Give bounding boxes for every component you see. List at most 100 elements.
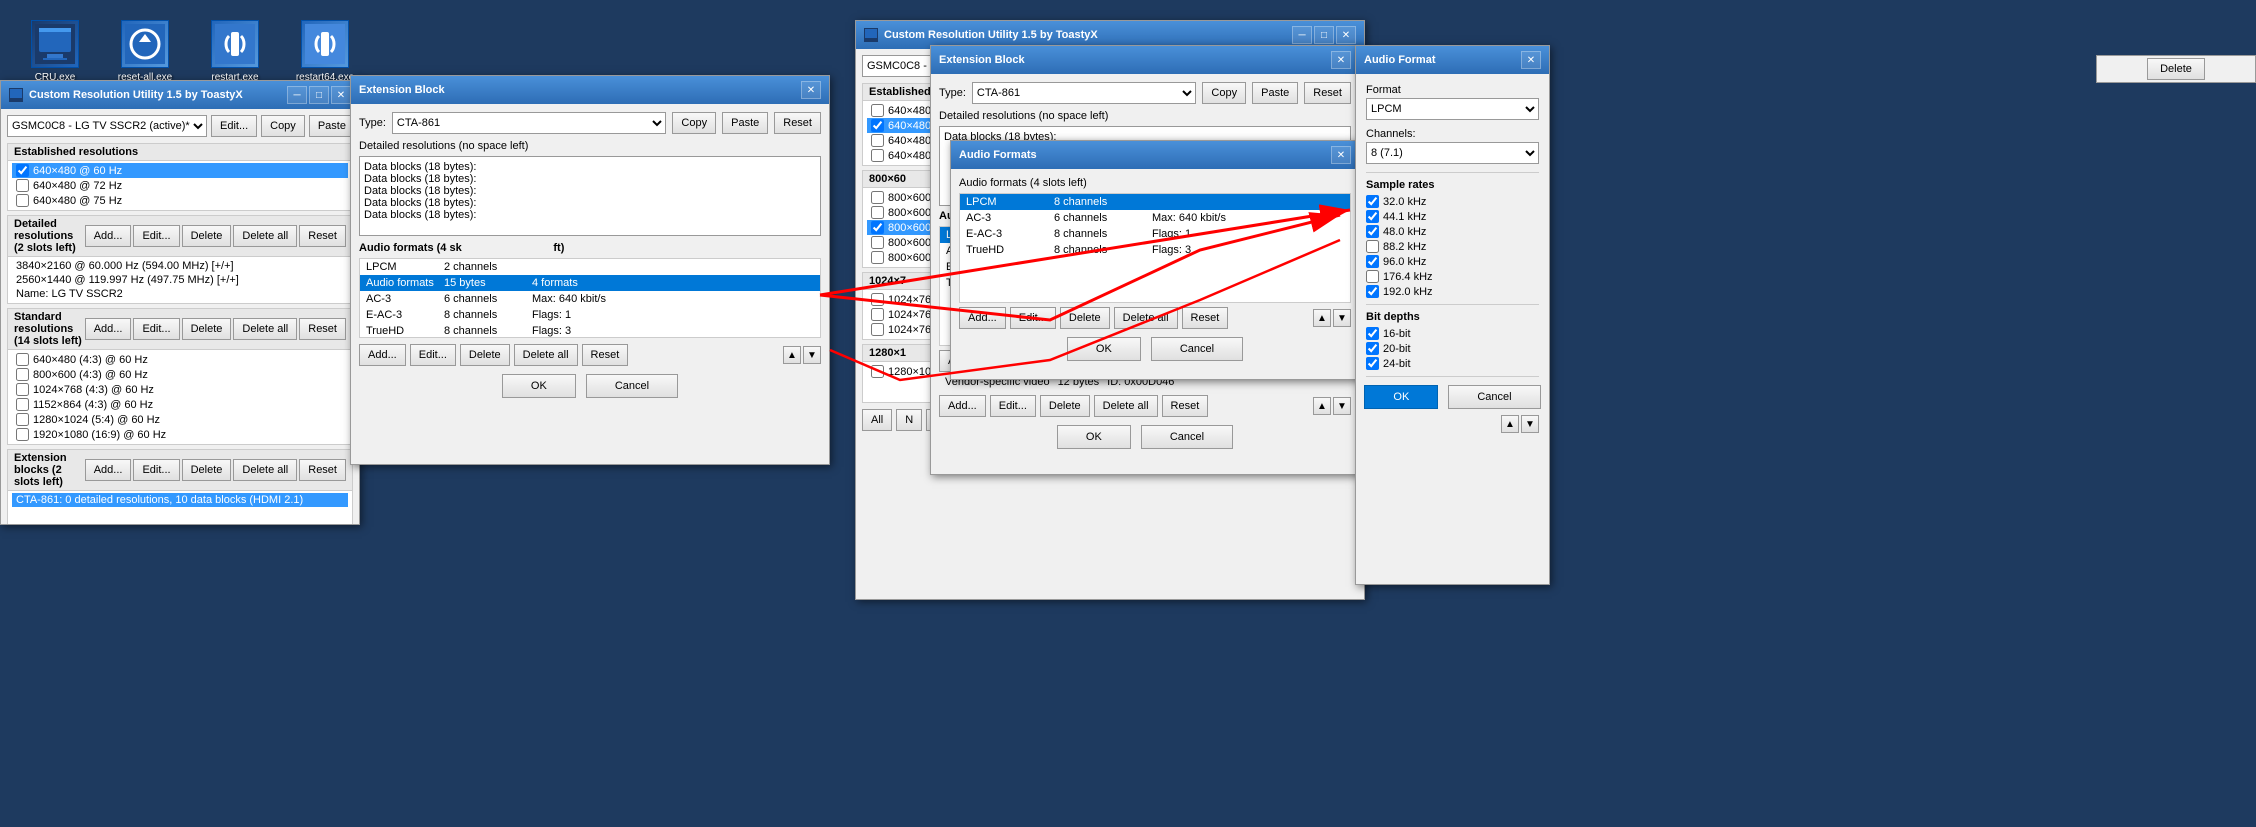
extension-block-item[interactable]: CTA-861: 0 detailed resolutions, 10 data… <box>12 493 348 507</box>
reset-btn[interactable]: Reset <box>774 112 821 134</box>
standard-edit-btn[interactable]: Edit... <box>133 318 179 340</box>
add-btn[interactable]: Add... <box>359 344 406 366</box>
cancel-btn[interactable]: Cancel <box>1151 337 1243 361</box>
ok-btn-right[interactable]: OK <box>1364 385 1438 409</box>
add-vendor-btn[interactable]: Add... <box>939 395 986 417</box>
reset-btn[interactable]: Reset <box>1182 307 1229 329</box>
eac3-center[interactable]: E-AC-3 8 channels Flags: 1 <box>960 226 1350 242</box>
ok-btn[interactable]: OK <box>1067 337 1141 361</box>
maximize-btn[interactable]: □ <box>1314 26 1334 44</box>
nav-down-btn-2[interactable]: ▼ <box>1333 397 1351 415</box>
delete-all-vendor-btn[interactable]: Delete all <box>1094 395 1158 417</box>
detailed-delete-all-btn[interactable]: Delete all <box>233 225 297 247</box>
desktop-icon-cru[interactable]: CRU.exe <box>20 20 90 83</box>
established-checkbox-0[interactable] <box>16 164 29 177</box>
standard-delete-btn[interactable]: Delete <box>182 318 232 340</box>
list-item[interactable]: 640×480 @ 72 Hz <box>12 178 348 193</box>
ac3-center[interactable]: AC-3 6 channels Max: 640 kbit/s <box>960 210 1350 226</box>
all-btn[interactable]: All <box>862 409 892 431</box>
nav-up[interactable]: ▲ <box>1313 309 1331 327</box>
desktop-icon-restart[interactable]: restart.exe <box>200 20 270 83</box>
nav-up-right[interactable]: ▲ <box>1501 415 1519 433</box>
paste-btn[interactable]: Paste <box>309 115 355 137</box>
add-btn[interactable]: Add... <box>959 307 1006 329</box>
cancel-btn[interactable]: Cancel <box>586 374 678 398</box>
rate-882[interactable]: 88.2 kHz <box>1366 240 1539 253</box>
copy-btn[interactable]: Copy <box>1202 82 1246 104</box>
rate-1764[interactable]: 176.4 kHz <box>1366 270 1539 283</box>
bit-24[interactable]: 24-bit <box>1366 357 1539 370</box>
standard-delete-all-btn[interactable]: Delete all <box>233 318 297 340</box>
list-item[interactable]: 3840×2160 @ 60.000 Hz (594.00 MHz) [+/+] <box>12 259 348 273</box>
edit-btn[interactable]: Edit... <box>410 344 456 366</box>
minimize-btn[interactable]: ─ <box>1292 26 1312 44</box>
ext-delete-btn[interactable]: Delete <box>182 459 232 481</box>
delete-vendor-btn[interactable]: Delete <box>1040 395 1090 417</box>
ok-btn[interactable]: OK <box>1057 425 1131 449</box>
list-item[interactable]: 1024×768 (4:3) @ 60 Hz <box>12 382 348 397</box>
copy-btn[interactable]: Copy <box>261 115 305 137</box>
audio-list-item-selected[interactable]: Audio formats15 bytes4 formats <box>360 275 820 291</box>
paste-btn[interactable]: Paste <box>722 112 768 134</box>
maximize-btn[interactable]: □ <box>309 86 329 104</box>
type-select[interactable]: CTA-861 <box>392 112 667 134</box>
nav-up-btn[interactable]: ▲ <box>783 346 801 364</box>
list-item[interactable]: 1152×864 (4:3) @ 60 Hz <box>12 397 348 412</box>
detailed-add-btn[interactable]: Add... <box>85 225 132 247</box>
bit-20[interactable]: 20-bit <box>1366 342 1539 355</box>
cancel-btn-right[interactable]: Cancel <box>1448 385 1540 409</box>
delete-all-btn[interactable]: Delete all <box>514 344 578 366</box>
list-item[interactable]: 1920×1080 (16:9) @ 60 Hz <box>12 427 348 442</box>
nav-down-right[interactable]: ▼ <box>1521 415 1539 433</box>
truehd-center[interactable]: TrueHD 8 channels Flags: 3 <box>960 242 1350 258</box>
delete-all-btn[interactable]: Delete all <box>1114 307 1178 329</box>
rate-192[interactable]: 192.0 kHz <box>1366 285 1539 298</box>
audio-list-item[interactable]: AC-36 channelsMax: 640 kbit/s <box>360 291 820 307</box>
edit-btn[interactable]: Edit... <box>211 115 257 137</box>
ext-add-btn[interactable]: Add... <box>85 459 132 481</box>
close-btn[interactable]: ✕ <box>1331 146 1351 164</box>
established-checkbox-1[interactable] <box>16 179 29 192</box>
ext-edit-btn[interactable]: Edit... <box>133 459 179 481</box>
standard-add-btn[interactable]: Add... <box>85 318 132 340</box>
cancel-btn[interactable]: Cancel <box>1141 425 1233 449</box>
reset-vendor-btn[interactable]: Reset <box>1162 395 1209 417</box>
channels-select[interactable]: 8 (7.1) <box>1366 142 1539 164</box>
paste-btn[interactable]: Paste <box>1252 82 1298 104</box>
format-select[interactable]: LPCM <box>1366 98 1539 120</box>
rate-48[interactable]: 48.0 kHz <box>1366 225 1539 238</box>
standard-reset-btn[interactable]: Reset <box>299 318 346 340</box>
rate-32[interactable]: 32.0 kHz <box>1366 195 1539 208</box>
delete-btn[interactable]: Delete <box>460 344 510 366</box>
ext-reset-btn[interactable]: Reset <box>299 459 346 481</box>
minimize-btn[interactable]: ─ <box>287 86 307 104</box>
audio-list-item[interactable]: LPCM2 channels <box>360 259 820 275</box>
list-item[interactable]: 640×480 @ 75 Hz <box>12 193 348 208</box>
rate-441[interactable]: 44.1 kHz <box>1366 210 1539 223</box>
reset-btn[interactable]: Reset <box>1304 82 1351 104</box>
audio-list-item[interactable]: E-AC-38 channelsFlags: 1 <box>360 307 820 323</box>
detailed-delete-btn[interactable]: Delete <box>182 225 232 247</box>
list-item[interactable]: Name: LG TV SSCR2 <box>12 287 348 301</box>
desktop-icon-reset-all[interactable]: reset-all.exe <box>110 20 180 83</box>
detailed-reset-btn[interactable]: Reset <box>299 225 346 247</box>
delete-btn[interactable]: Delete <box>1060 307 1110 329</box>
reset-btn[interactable]: Reset <box>582 344 629 366</box>
detailed-edit-btn[interactable]: Edit... <box>133 225 179 247</box>
list-item[interactable]: 1280×1024 (5:4) @ 60 Hz <box>12 412 348 427</box>
audio-list-item[interactable]: TrueHD8 channelsFlags: 3 <box>360 323 820 338</box>
nav-up-btn-2[interactable]: ▲ <box>1313 397 1331 415</box>
n-btn[interactable]: N <box>896 409 922 431</box>
list-item[interactable]: 800×600 (4:3) @ 60 Hz <box>12 367 348 382</box>
list-item[interactable]: 640×480 (4:3) @ 60 Hz <box>12 352 348 367</box>
list-item[interactable]: 640×480 @ 60 Hz <box>12 163 348 178</box>
desktop-icon-restart64[interactable]: restart64.exe <box>290 20 360 83</box>
type-select[interactable]: CTA-861 <box>972 82 1197 104</box>
close-btn[interactable]: ✕ <box>1521 51 1541 69</box>
close-btn[interactable]: ✕ <box>331 86 351 104</box>
lpcm-center[interactable]: LPCM 8 channels <box>960 194 1350 210</box>
rate-96[interactable]: 96.0 kHz <box>1366 255 1539 268</box>
ok-btn[interactable]: OK <box>502 374 576 398</box>
copy-btn[interactable]: Copy <box>672 112 716 134</box>
ext-delete-all-btn[interactable]: Delete all <box>233 459 297 481</box>
